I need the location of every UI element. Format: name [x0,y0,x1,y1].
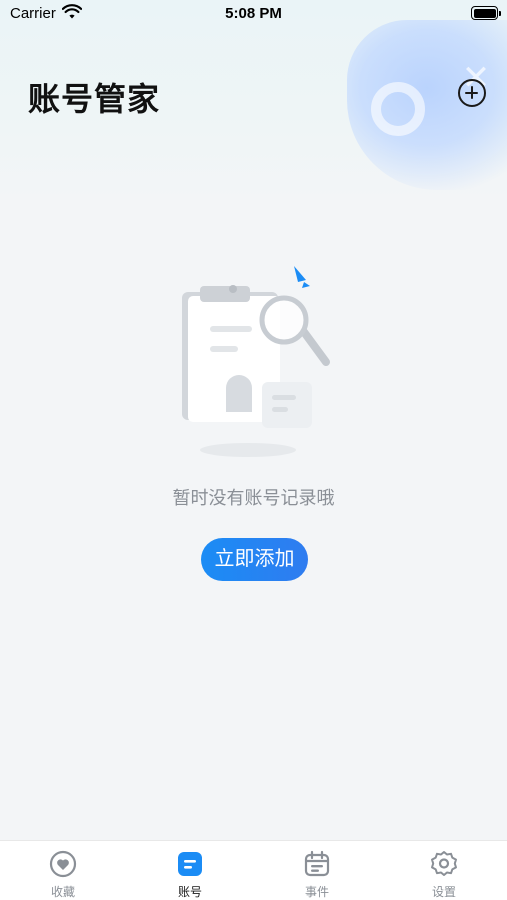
tab-settings[interactable]: 设置 [381,841,507,900]
add-account-button[interactable] [458,79,486,107]
tab-events-label: 事件 [304,885,329,899]
account-list-icon [178,852,202,876]
tab-accounts-label: 账号 [177,885,202,899]
battery-icon [471,6,501,20]
gear-icon [431,851,457,876]
tab-favorites[interactable]: 收藏 [0,841,126,900]
clock: 5:08 PM [225,5,282,22]
heart-icon [49,850,77,878]
calendar-icon [304,850,330,877]
clipboard-search-icon [182,266,330,457]
empty-state-message: 暂时没有账号记录哦 [172,488,335,509]
status-bar: Carrier 5:08 PM [0,0,507,28]
tab-accounts[interactable]: 账号 [127,841,253,900]
page-title: 账号管家 [28,80,161,118]
add-now-button[interactable]: 立即添加 [201,538,308,581]
decorative-ring [371,82,425,136]
tab-events[interactable]: 事件 [254,841,380,900]
tab-favorites-label: 收藏 [50,885,75,899]
tab-settings-label: 设置 [431,885,456,899]
tab-bar: 收藏 账号 事件 设置 [0,840,507,900]
